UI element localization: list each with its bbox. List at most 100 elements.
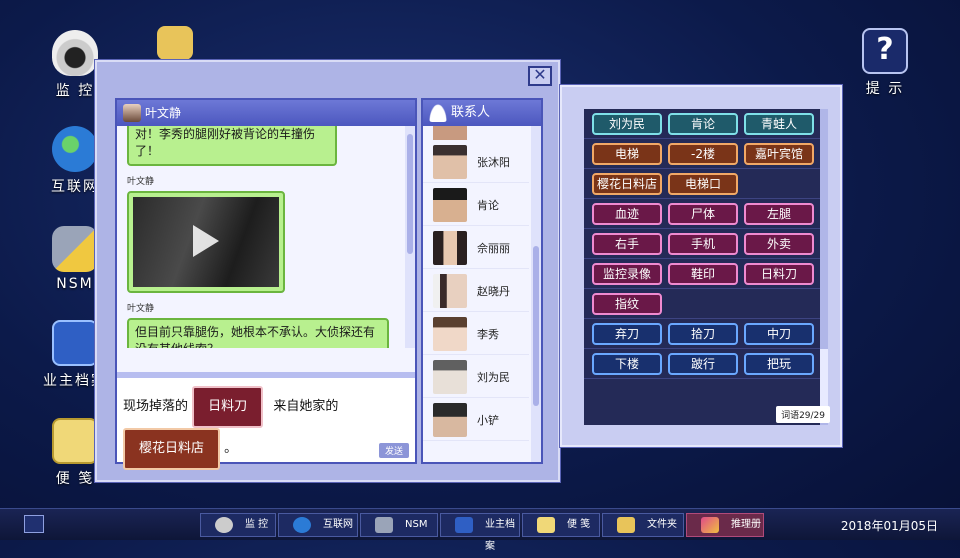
taskbar-label: 推理册 <box>731 519 761 530</box>
clue-row: 右手 手机 外卖 <box>584 229 822 259</box>
desktop-icon-folder[interactable] <box>140 26 210 64</box>
video-thumbnail <box>133 197 279 287</box>
avatar <box>433 274 467 308</box>
clue-word-button[interactable]: 左腿 <box>744 203 814 225</box>
video-message[interactable] <box>127 191 285 293</box>
clue-word-button[interactable]: 电梯口 <box>668 173 738 195</box>
taskbar-item-owner-files[interactable]: 业主档案 <box>440 513 520 552</box>
close-button[interactable]: ✕ <box>528 66 552 86</box>
conversation-title: 叶文静 <box>145 106 182 120</box>
taskbar-item-internet[interactable]: 互联网 <box>278 513 358 537</box>
folder-icon <box>157 26 193 60</box>
contacts-scroll-thumb[interactable] <box>533 246 539 406</box>
chat-icon <box>52 226 98 272</box>
send-button[interactable]: 发送 <box>378 443 409 458</box>
camera-icon <box>52 30 98 76</box>
compose-area: 现场掉落的 日料刀 来自她家的 樱花日料店 。 发送 <box>117 372 415 470</box>
compose-text: 现场掉落的 <box>123 399 189 414</box>
clue-word-button[interactable]: 外卖 <box>744 233 814 255</box>
conversation-panel: 叶文静 对！李秀的腿刚好被背论的车撞伤了！ 叶文静 叶文静 但目前只靠腿伤，她根… <box>115 98 417 470</box>
taskbar-label: NSM <box>405 519 428 530</box>
chat-scroll-thumb[interactable] <box>407 134 413 254</box>
note-icon <box>537 517 555 533</box>
compose-slot-place[interactable]: 樱花日料店 <box>123 428 221 470</box>
play-icon <box>193 225 219 257</box>
taskbar-label: 监 控 <box>245 519 269 530</box>
avatar <box>433 317 467 351</box>
contact-name: 李秀 <box>477 328 499 341</box>
message-sender: 叶文静 <box>127 304 155 314</box>
clue-scrollbar[interactable] <box>820 109 828 425</box>
clue-word-button[interactable]: 肯论 <box>668 113 738 135</box>
clue-word-button[interactable]: 手机 <box>668 233 738 255</box>
clue-word-button[interactable]: 跛行 <box>668 353 738 375</box>
contact-item[interactable]: 张沐阳 <box>423 140 529 183</box>
contact-item[interactable]: 刘为民 <box>423 355 529 398</box>
clue-word-button[interactable]: 把玩 <box>744 353 814 375</box>
clue-word-button[interactable]: 中刀 <box>744 323 814 345</box>
taskbar-label: 便 笺 <box>567 519 591 530</box>
help-icon: ? <box>862 28 908 74</box>
word-counter: 词语29/29 <box>776 406 830 423</box>
message-list[interactable]: 对！李秀的腿刚好被背论的车撞伤了！ 叶文静 叶文静 但目前只靠腿伤，她根本不承认… <box>117 126 405 348</box>
clue-word-button[interactable]: 指纹 <box>592 293 662 315</box>
clue-word-button[interactable]: 青蛙人 <box>744 113 814 135</box>
note-icon <box>52 418 98 464</box>
taskbar-item-reasoning-book[interactable]: 推理册 <box>686 513 764 537</box>
monitor-icon[interactable] <box>24 515 44 533</box>
contact-name: 赵晓丹 <box>477 285 510 298</box>
clue-word-button[interactable]: 下楼 <box>592 353 662 375</box>
clue-word-button[interactable]: 日料刀 <box>744 263 814 285</box>
taskbar-item-folder[interactable]: 文件夹 <box>602 513 684 537</box>
clue-word-button[interactable]: -2楼 <box>668 143 738 165</box>
contact-name: 刘为民 <box>477 371 510 384</box>
clue-word-button[interactable]: 电梯 <box>592 143 662 165</box>
contact-name: 小铲 <box>477 414 499 427</box>
clue-panel: 刘为民 肯论 青蛙人 电梯 -2楼 嘉叶宾馆 樱花日料店 电梯口 血迹 尸体 左腿 右手 手机 外卖 监控录… <box>560 85 842 447</box>
person-icon <box>429 104 447 122</box>
contact-item[interactable]: 小铲 <box>423 398 529 441</box>
contact-item[interactable]: 赵晓丹 <box>423 269 529 312</box>
taskbar-item-nsm[interactable]: NSM <box>360 513 438 537</box>
chat-icon <box>375 517 393 533</box>
clue-word-button[interactable]: 监控录像 <box>592 263 662 285</box>
compose-text: 。 <box>224 441 238 456</box>
contact-list[interactable]: 张沐阳 肯论 佘丽丽 赵晓丹 李秀 刘为民 小铲 <box>423 126 529 462</box>
compose-slot-weapon[interactable]: 日料刀 <box>192 386 264 428</box>
clue-grid[interactable]: 刘为民 肯论 青蛙人 电梯 -2楼 嘉叶宾馆 樱花日料店 电梯口 血迹 尸体 左腿 右手 手机 外卖 监控录… <box>584 109 822 425</box>
avatar <box>433 403 467 437</box>
clue-word-button[interactable]: 尸体 <box>668 203 738 225</box>
taskbar-item-monitor[interactable]: 监 控 <box>200 513 276 537</box>
clue-word-button[interactable]: 右手 <box>592 233 662 255</box>
desktop-icon-hint[interactable]: ? 提 示 <box>850 28 920 98</box>
contact-item[interactable]: 李秀 <box>423 312 529 355</box>
clue-word-button[interactable]: 弃刀 <box>592 323 662 345</box>
chat-scrollbar[interactable] <box>405 126 415 348</box>
clue-row: 下楼 跛行 把玩 <box>584 349 822 379</box>
contact-item[interactable]: 佘丽丽 <box>423 226 529 269</box>
clue-row: 血迹 尸体 左腿 <box>584 199 822 229</box>
contact-name: 佘丽丽 <box>477 242 510 255</box>
taskbar-label: 互联网 <box>323 519 353 530</box>
contacts-scrollbar[interactable] <box>531 126 541 462</box>
clue-row: 弃刀 拾刀 中刀 <box>584 319 822 349</box>
book-icon <box>701 517 719 533</box>
taskbar-item-notes[interactable]: 便 笺 <box>522 513 600 537</box>
avatar <box>433 231 467 265</box>
clue-row: 樱花日料店 电梯口 <box>584 169 822 199</box>
clue-word-button[interactable]: 拾刀 <box>668 323 738 345</box>
contact-name: 肯论 <box>477 199 499 212</box>
file-icon <box>455 517 473 533</box>
avatar <box>433 188 467 222</box>
clue-word-button[interactable]: 樱花日料店 <box>592 173 662 195</box>
contacts-header: 联系人 <box>423 100 541 126</box>
clue-word-button[interactable]: 血迹 <box>592 203 662 225</box>
clue-word-button[interactable]: 嘉叶宾馆 <box>744 143 814 165</box>
globe-icon <box>293 517 311 533</box>
taskbar-label: 业主档案 <box>485 519 515 552</box>
clue-word-button[interactable]: 刘为民 <box>592 113 662 135</box>
clue-word-button[interactable]: 鞋印 <box>668 263 738 285</box>
taskbar: 监 控 互联网 NSM 业主档案 便 笺 文件夹 推理册 2018年01月05日 <box>0 508 960 552</box>
contact-item[interactable]: 肯论 <box>423 183 529 226</box>
message-sender: 叶文静 <box>127 177 155 187</box>
